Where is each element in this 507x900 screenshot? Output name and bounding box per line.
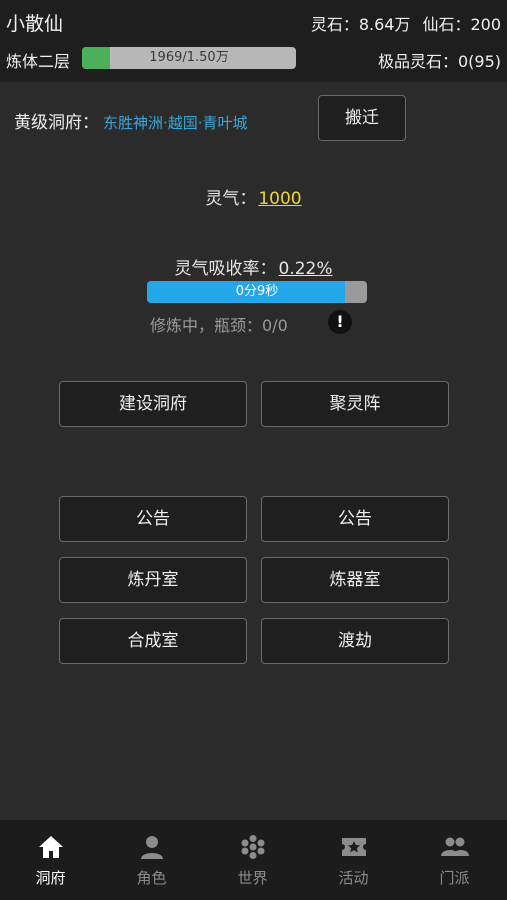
top-status-bar: 小散仙 灵石：8.64万 仙石：200 炼体二层 1969/1.50万 极品灵石：…: [0, 0, 507, 82]
tab-sect[interactable]: 门派: [404, 820, 505, 900]
person-icon: [141, 836, 163, 859]
cultivation-status: 修炼中，瓶颈：0/0: [150, 316, 288, 335]
tab-character[interactable]: 角色: [101, 820, 202, 900]
notice-button-left[interactable]: 公告: [59, 496, 247, 542]
cave-info: 黄级洞府： 东胜神洲·越国·青叶城: [14, 108, 248, 134]
tab-label: 门派: [439, 869, 470, 887]
bottom-tab-bar: 洞府 角色 世界 活动 门派: [0, 820, 507, 900]
immortal-stone-count: 仙石：200: [422, 15, 501, 34]
cultivation-timer-bar: 0分9秒: [147, 281, 367, 303]
player-name: 小散仙: [6, 13, 64, 35]
tab-label: 洞府: [35, 869, 66, 887]
currency-display: 灵石：8.64万 仙石：200: [311, 11, 501, 35]
flower-icon: [241, 835, 265, 859]
build-cave-button[interactable]: 建设洞府: [59, 381, 247, 427]
qi-value[interactable]: 1000: [258, 189, 301, 209]
info-icon[interactable]: !: [328, 310, 352, 334]
tab-label: 活动: [338, 869, 369, 887]
cultivation-timer-text: 0分9秒: [235, 284, 279, 299]
tribulation-button[interactable]: 渡劫: [261, 618, 449, 664]
cave-location-link[interactable]: 东胜神洲·越国·青叶城: [103, 114, 248, 132]
synthesis-room-button[interactable]: 合成室: [59, 618, 247, 664]
tab-world[interactable]: 世界: [202, 820, 303, 900]
qi-display: 灵气： 1000: [0, 184, 507, 209]
alchemy-room-button[interactable]: 炼丹室: [59, 557, 247, 603]
cultivation-realm: 炼体二层: [6, 52, 71, 71]
group-icon: [441, 837, 469, 856]
forge-room-button[interactable]: 炼器室: [261, 557, 449, 603]
qi-label: 灵气：: [205, 189, 257, 209]
spirit-stone-count: 灵石：8.64万: [310, 15, 411, 34]
exp-progress-bar: 1969/1.50万: [82, 47, 296, 69]
spirit-array-button[interactable]: 聚灵阵: [261, 381, 449, 427]
notice-button-right[interactable]: 公告: [261, 496, 449, 542]
exp-progress-text: 1969/1.50万: [149, 50, 229, 65]
tab-label: 角色: [136, 869, 167, 887]
tab-cave[interactable]: 洞府: [0, 820, 101, 900]
absorb-rate-value[interactable]: 0.22%: [278, 259, 332, 279]
home-icon: [39, 836, 63, 858]
ticket-icon: [342, 838, 366, 856]
premium-stone-count: 极品灵石：0(95): [377, 52, 501, 71]
relocate-button[interactable]: 搬迁: [318, 95, 406, 141]
absorb-rate-label: 灵气吸收率：: [174, 259, 277, 279]
tab-events[interactable]: 活动: [303, 820, 404, 900]
cave-title: 黄级洞府：: [14, 113, 99, 133]
tab-label: 世界: [237, 869, 268, 887]
absorb-rate-display: 灵气吸收率： 0.22%: [0, 254, 507, 279]
